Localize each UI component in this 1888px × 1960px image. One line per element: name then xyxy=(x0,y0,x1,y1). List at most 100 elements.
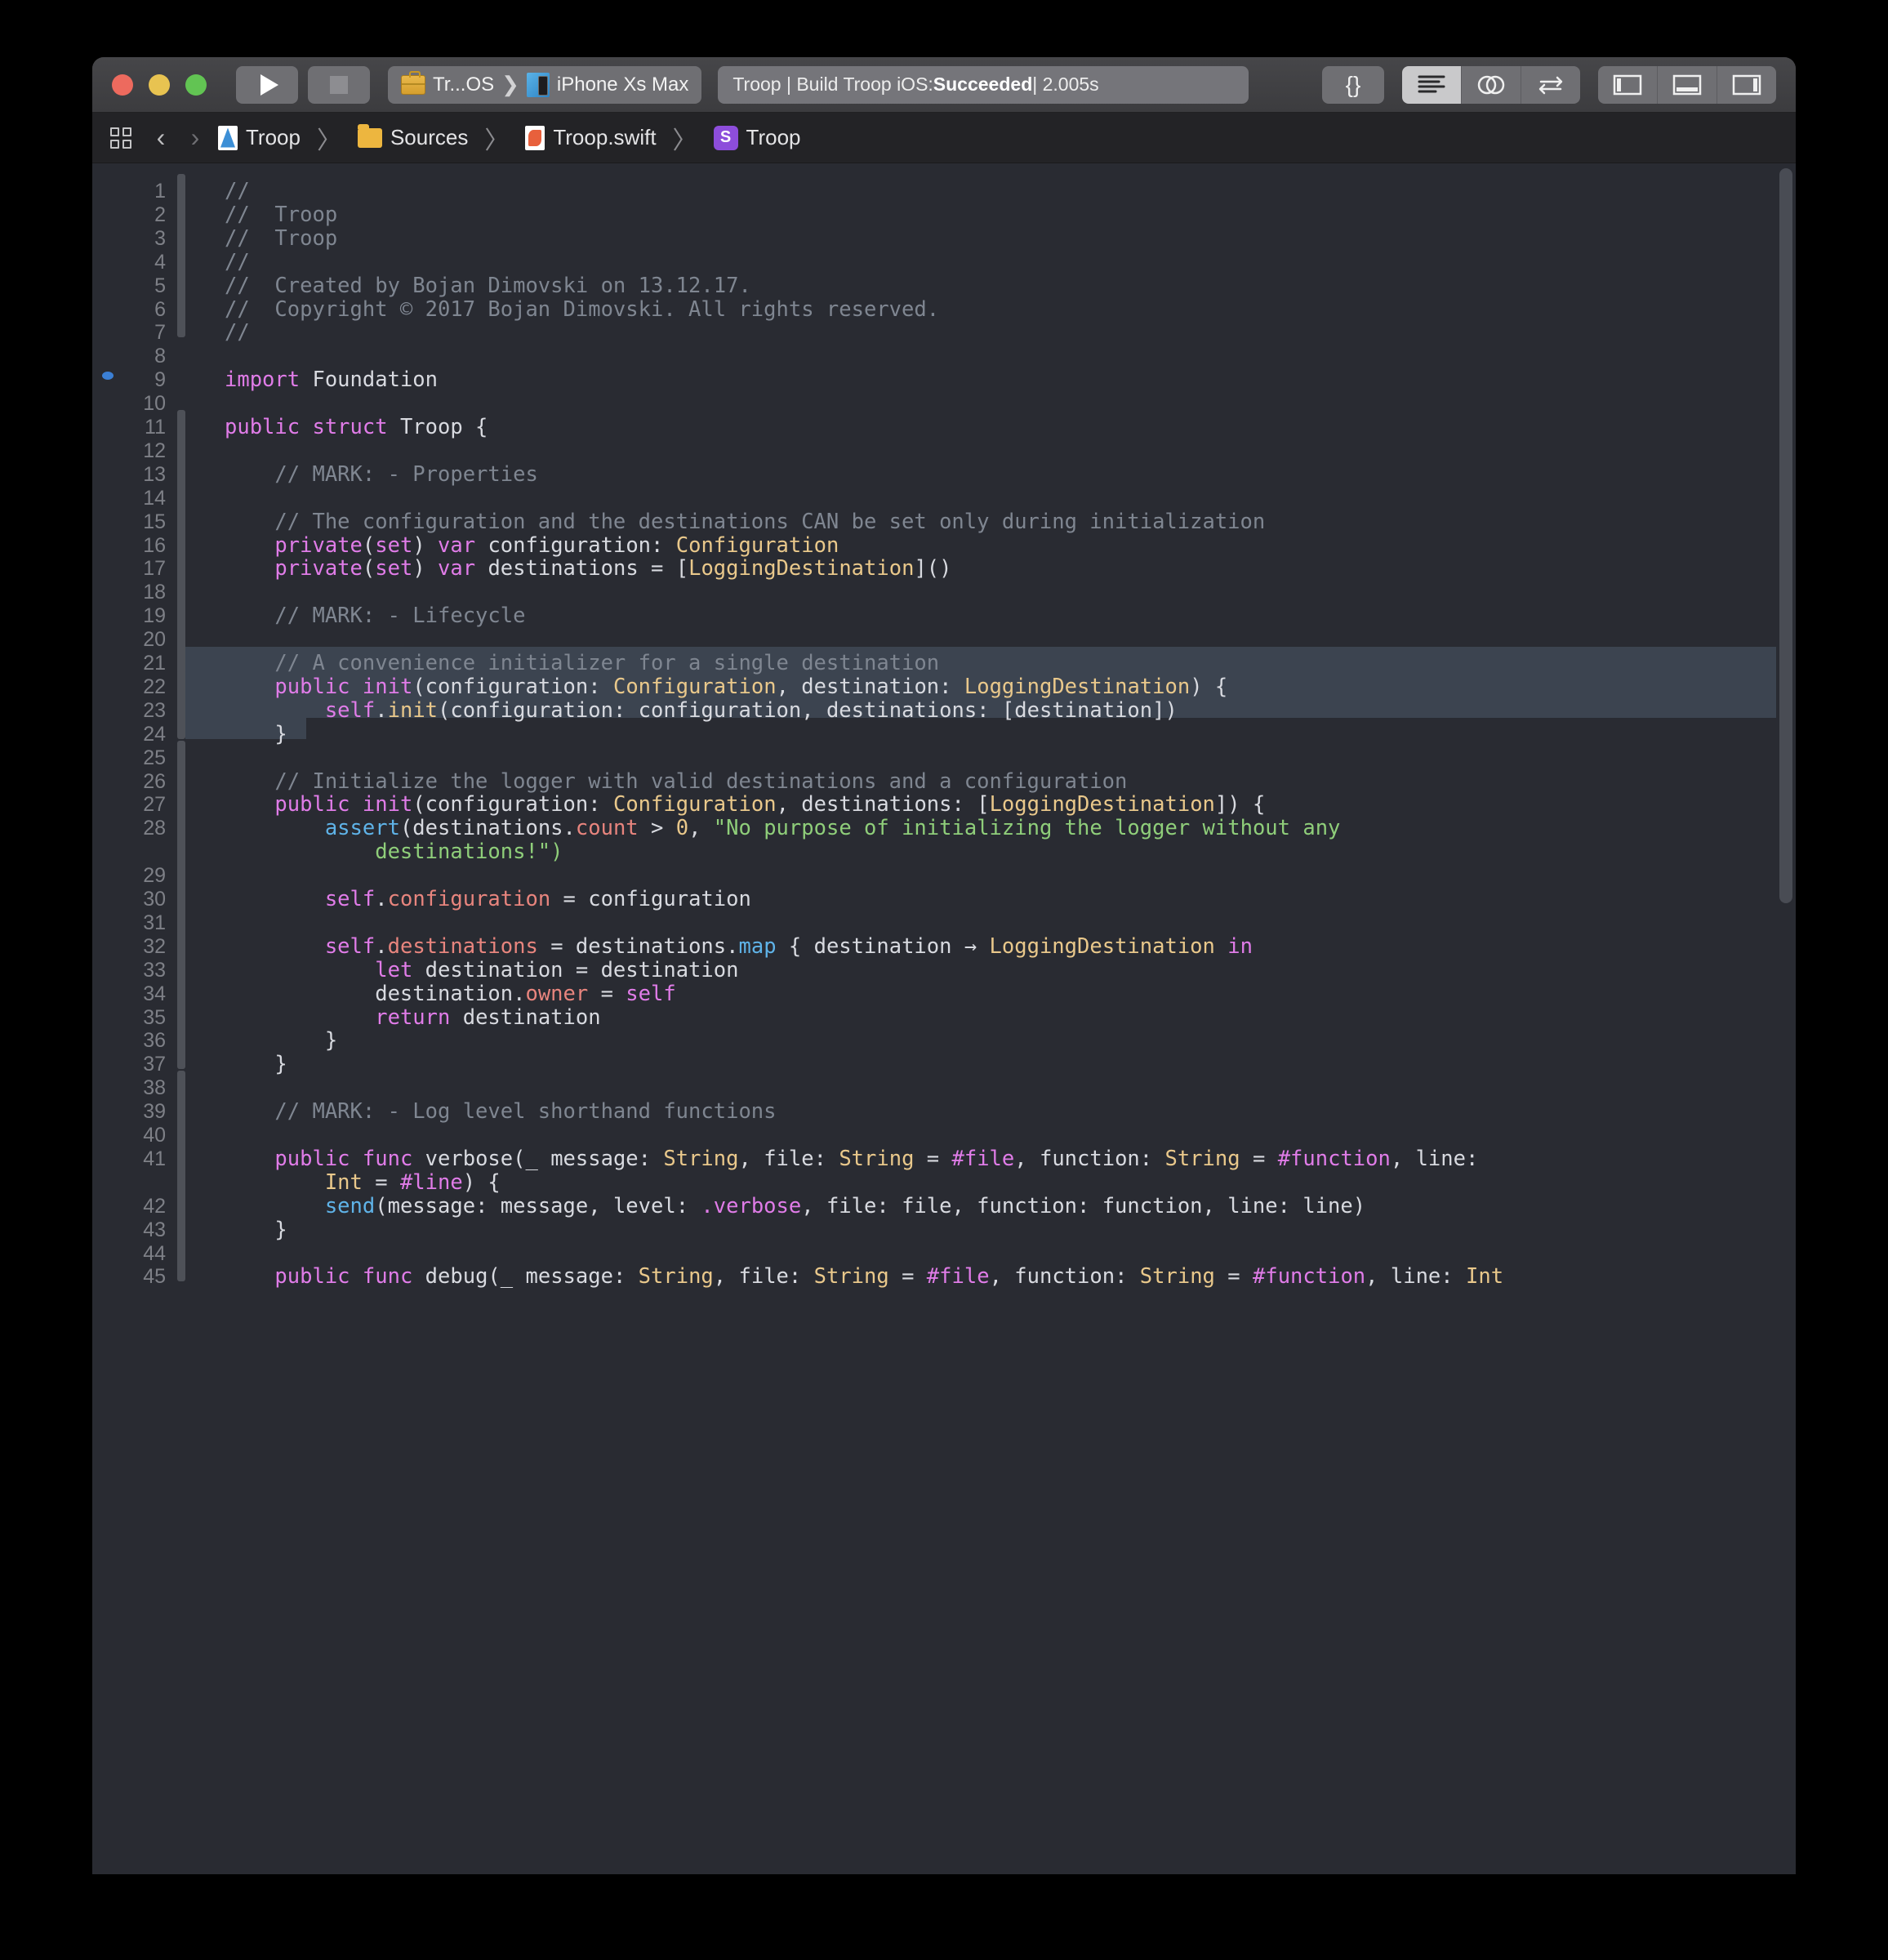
code-token xyxy=(225,816,325,840)
code-token: set xyxy=(375,556,412,581)
zoom-window-button[interactable] xyxy=(185,74,207,96)
code-token: owner xyxy=(525,982,588,1006)
code-line: assert(destinations.count > 0, "No purpo… xyxy=(225,817,1340,840)
code-token: configuration: xyxy=(475,533,676,558)
source-editor[interactable]: 1234567891011121314151617181920212223242… xyxy=(92,163,1796,1874)
code-token xyxy=(225,698,325,723)
related-items-icon[interactable] xyxy=(110,127,131,149)
assistant-editor-button[interactable] xyxy=(1462,66,1521,104)
code-token: ) { xyxy=(1190,675,1227,699)
code-line-wrapped: Int = #line) { xyxy=(225,1171,501,1195)
code-token: destinations!") xyxy=(225,840,563,864)
breadcrumb-label: Troop.swift xyxy=(553,125,656,150)
code-token: Troop { xyxy=(388,415,488,439)
scrollbar-thumb[interactable] xyxy=(1779,168,1792,903)
breadcrumb-item-symbol[interactable]: S Troop xyxy=(714,125,801,150)
version-editor-button[interactable] xyxy=(1521,66,1580,104)
code-token xyxy=(225,958,375,982)
code-token xyxy=(1215,934,1227,959)
vertical-scrollbar[interactable] xyxy=(1776,163,1796,1874)
code-token: = xyxy=(1215,1264,1253,1289)
code-token: debug(_ message: xyxy=(412,1264,638,1289)
line-number: 33 xyxy=(143,959,166,982)
code-token: init xyxy=(363,792,412,817)
code-text-area[interactable]: //// Troop// Troop//// Created by Bojan … xyxy=(185,163,1796,1874)
code-token: map xyxy=(738,934,776,959)
code-token xyxy=(225,887,325,911)
code-token xyxy=(225,675,274,699)
jump-bar: ‹ › Troop 〉 Sources 〉 Troop.swift 〉 S Tr… xyxy=(92,113,1796,163)
code-token: ]) { xyxy=(1215,792,1265,817)
code-line: let destination = destination xyxy=(225,959,738,982)
stop-button[interactable] xyxy=(308,66,370,104)
code-line: // Created by Bojan Dimovski on 13.12.17… xyxy=(225,274,751,298)
forward-button[interactable]: › xyxy=(184,122,207,153)
breadcrumb-item-file[interactable]: Troop.swift xyxy=(525,125,656,150)
code-line: // Troop xyxy=(225,227,337,251)
code-token: verbose(_ message: xyxy=(412,1147,663,1171)
breadcrumb-item-folder[interactable]: Sources xyxy=(358,125,468,150)
scheme-destination-chooser[interactable]: Tr...OS ❯ iPhone Xs Max xyxy=(388,66,701,104)
line-number: 25 xyxy=(143,746,166,770)
line-number: 21 xyxy=(143,652,166,675)
code-token: in xyxy=(1227,934,1253,959)
toggle-inspector-button[interactable] xyxy=(1717,66,1776,104)
code-token: , line: xyxy=(1391,1147,1478,1171)
line-number: 11 xyxy=(145,416,166,439)
change-bar[interactable] xyxy=(177,410,185,692)
grid-cell xyxy=(110,127,119,136)
code-token: ( xyxy=(363,556,375,581)
code-token: = configuration xyxy=(550,887,751,911)
code-token: #function xyxy=(1253,1264,1365,1289)
line-number: 44 xyxy=(143,1242,166,1266)
toggle-navigator-button[interactable] xyxy=(1598,66,1658,104)
activity-status-bar[interactable]: Troop | Build Troop iOS: Succeeded | 2.0… xyxy=(718,66,1249,104)
code-token: } xyxy=(225,1052,287,1076)
breakpoint-marker-icon[interactable] xyxy=(102,372,114,380)
code-token: // xyxy=(225,250,250,274)
code-token: , function: xyxy=(990,1264,1140,1289)
breadcrumb-item-project[interactable]: Troop xyxy=(218,125,301,150)
change-bar[interactable] xyxy=(177,670,185,739)
line-number: 39 xyxy=(143,1100,166,1124)
code-token: , line: xyxy=(1365,1264,1466,1289)
close-window-button[interactable] xyxy=(112,74,133,96)
code-line: public struct Troop { xyxy=(225,416,488,439)
change-bar[interactable] xyxy=(177,787,185,951)
code-token: } xyxy=(225,1028,337,1053)
code-token: . xyxy=(375,934,387,959)
line-number: 28 xyxy=(143,817,166,840)
line-number: 12 xyxy=(143,439,166,463)
line-number: 31 xyxy=(143,911,166,935)
breadcrumb-separator-icon: 〉 xyxy=(479,120,514,156)
left-panel-icon xyxy=(1613,74,1642,96)
code-token: .verbose xyxy=(701,1194,801,1218)
change-bar[interactable] xyxy=(177,174,185,337)
code-line-wrapped: destinations!") xyxy=(225,840,563,864)
run-button[interactable] xyxy=(236,66,298,104)
change-bar[interactable] xyxy=(177,929,185,1069)
code-line: send(message: message, level: .verbose, … xyxy=(225,1195,1365,1218)
grid-cell xyxy=(110,140,119,149)
minimize-window-button[interactable] xyxy=(149,74,170,96)
breadcrumb-separator-icon: 〉 xyxy=(312,120,346,156)
code-token: ) xyxy=(412,533,438,558)
back-button[interactable]: ‹ xyxy=(149,122,172,153)
library-button[interactable]: {} xyxy=(1322,66,1384,104)
code-token: destination = destination xyxy=(412,958,738,982)
toolbar-right-group: {} xyxy=(1322,66,1776,104)
code-token: String xyxy=(1165,1147,1240,1171)
change-bar[interactable] xyxy=(177,1142,185,1281)
code-line: // xyxy=(225,251,250,274)
line-number: 1 xyxy=(154,180,166,203)
line-number: 30 xyxy=(143,888,166,911)
line-number-gutter[interactable]: 1234567891011121314151617181920212223242… xyxy=(92,163,177,1874)
standard-editor-button[interactable] xyxy=(1402,66,1462,104)
status-prefix: Troop | Build Troop iOS: xyxy=(732,74,933,96)
xcode-window: Tr...OS ❯ iPhone Xs Max Troop | Build Tr… xyxy=(92,57,1796,1874)
editor-mode-group xyxy=(1402,66,1580,104)
code-token: destinations xyxy=(388,934,538,959)
toggle-debug-area-button[interactable] xyxy=(1658,66,1717,104)
code-token: // xyxy=(225,320,250,345)
code-line: // MARK: - Properties xyxy=(225,463,538,487)
